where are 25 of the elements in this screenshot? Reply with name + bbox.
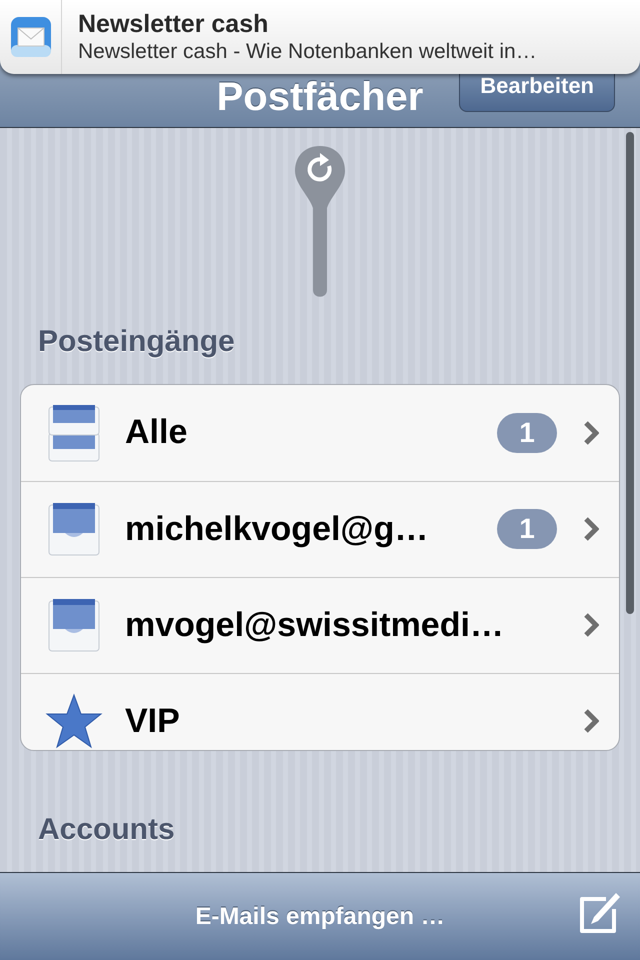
chevron-icon [583, 516, 599, 542]
mailbox-row[interactable]: Alle 1 [21, 384, 619, 481]
section-header: Posteingänge [37, 324, 236, 360]
status-text: E-Mails empfangen … [195, 902, 445, 932]
notification-title: Newsletter cash [78, 9, 270, 39]
mailbox-label: Alle [125, 412, 188, 454]
chevron-icon [583, 708, 599, 734]
chevron-icon [583, 612, 599, 638]
mailbox-label: VIP [125, 700, 181, 742]
unread-count: 1 [497, 412, 557, 453]
navigation-title: Postfächer [216, 77, 424, 117]
section-header: Accounts [37, 812, 176, 848]
stacked-trays-icon [47, 402, 101, 463]
mailbox-row[interactable]: mvogel@swissitmedi… [21, 576, 619, 673]
tray-icon [47, 501, 101, 558]
mail-app-icon [10, 17, 50, 57]
chevron-icon [583, 420, 599, 446]
mailbox-row[interactable]: michelkvogel@g… 1 [21, 480, 619, 577]
mailbox-label: michelkvogel@g… [125, 508, 430, 550]
star-icon [45, 693, 103, 750]
mailbox-label: mvogel@swissitmedi… [125, 604, 505, 646]
unread-count: 1 [497, 509, 557, 550]
tray-icon [47, 597, 101, 654]
mailbox-row[interactable]: VIP [21, 672, 619, 750]
notification-banner[interactable]: Newsletter cash Newsletter cash - Wie Notenbanken weltweit in… [0, 0, 640, 74]
